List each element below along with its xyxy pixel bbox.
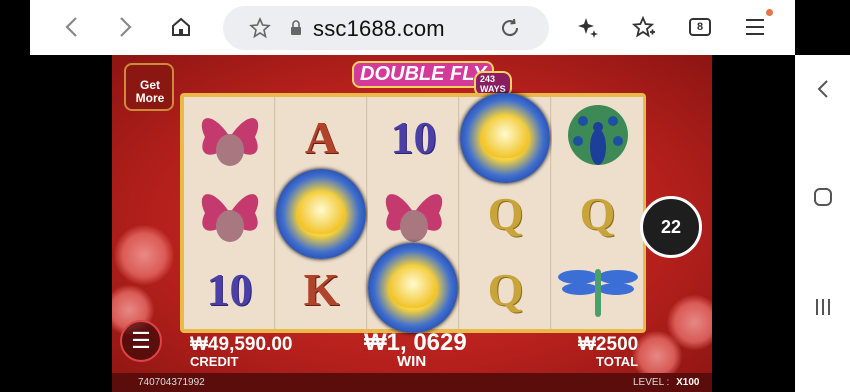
total-label: TOTAL (596, 354, 639, 369)
lock-icon (281, 13, 311, 43)
peacock-symbol (552, 99, 643, 175)
game-id: 740704371992 (138, 377, 205, 388)
sparkle-icon[interactable] (573, 12, 603, 42)
butterflies-symbol (368, 175, 459, 251)
spin-button[interactable]: 22 (640, 196, 702, 258)
notification-dot (766, 9, 773, 16)
bookmark-star-icon[interactable] (629, 12, 659, 42)
game-title: DOUBLE FLY (352, 61, 495, 88)
get-more-button[interactable]: Get More (124, 63, 174, 111)
level-indicator: LEVEL : X100 (633, 377, 699, 388)
system-nav-bar (795, 55, 850, 392)
butterflies-symbol (184, 175, 275, 251)
spin-count: 22 (660, 216, 682, 237)
game-title-banner: DOUBLE FLY 243 WAYS (332, 59, 512, 97)
nav-recents-icon[interactable] (809, 293, 837, 321)
reel-3: 10 (368, 97, 459, 333)
queen-symbol: Q (487, 263, 524, 315)
flower-decoration (114, 225, 174, 285)
reload-icon[interactable] (495, 13, 525, 43)
king-symbol: K (303, 263, 340, 315)
ten-symbol: 10 (390, 111, 437, 163)
butterflies-symbol (184, 99, 275, 175)
url-text[interactable]: ssc1688.com (313, 16, 445, 42)
menu-icon[interactable] (740, 12, 770, 42)
address-bar[interactable]: ssc1688.com (223, 6, 549, 50)
ace-symbol: A (304, 111, 339, 163)
reel-2: A K (276, 97, 367, 329)
total-value: ₩2500 (578, 334, 639, 355)
lotus-scatter-symbol (276, 169, 366, 259)
credit-label: CREDIT (190, 354, 239, 369)
forward-icon[interactable] (111, 12, 141, 42)
nav-back-icon[interactable] (809, 75, 837, 103)
tabs-icon[interactable]: 8 (689, 18, 711, 36)
home-icon[interactable] (166, 12, 196, 42)
queen-symbol: Q (487, 187, 524, 239)
queen-symbol: Q (579, 187, 616, 239)
hamburger-icon: ☰ (131, 328, 151, 353)
ten-symbol: 10 (206, 263, 253, 315)
dragonfly-symbol (552, 251, 643, 327)
star-icon[interactable] (245, 13, 275, 43)
reel-1: 10 (184, 97, 275, 329)
get-more-label: Get More (135, 78, 165, 105)
win-label: WIN (397, 353, 427, 370)
nav-home-icon[interactable] (809, 183, 837, 211)
lotus-scatter-symbol (460, 93, 550, 183)
credit-value: ₩49,590.00 (190, 334, 293, 355)
lotus-scatter-symbol (368, 243, 458, 333)
browser-toolbar: ssc1688.com 8 (30, 0, 795, 55)
reel-5: Q (552, 97, 643, 329)
reel-frame: 10 A K 10 Q Q Q (180, 93, 646, 333)
level-value: X100 (676, 377, 700, 388)
reel-4: Q Q (460, 93, 551, 329)
level-label: LEVEL : (633, 377, 670, 388)
back-icon[interactable] (56, 12, 86, 42)
slot-game: Get More DOUBLE FLY 243 WAYS 10 A K 10 Q… (112, 55, 712, 392)
menu-button[interactable]: ☰ (120, 320, 162, 362)
